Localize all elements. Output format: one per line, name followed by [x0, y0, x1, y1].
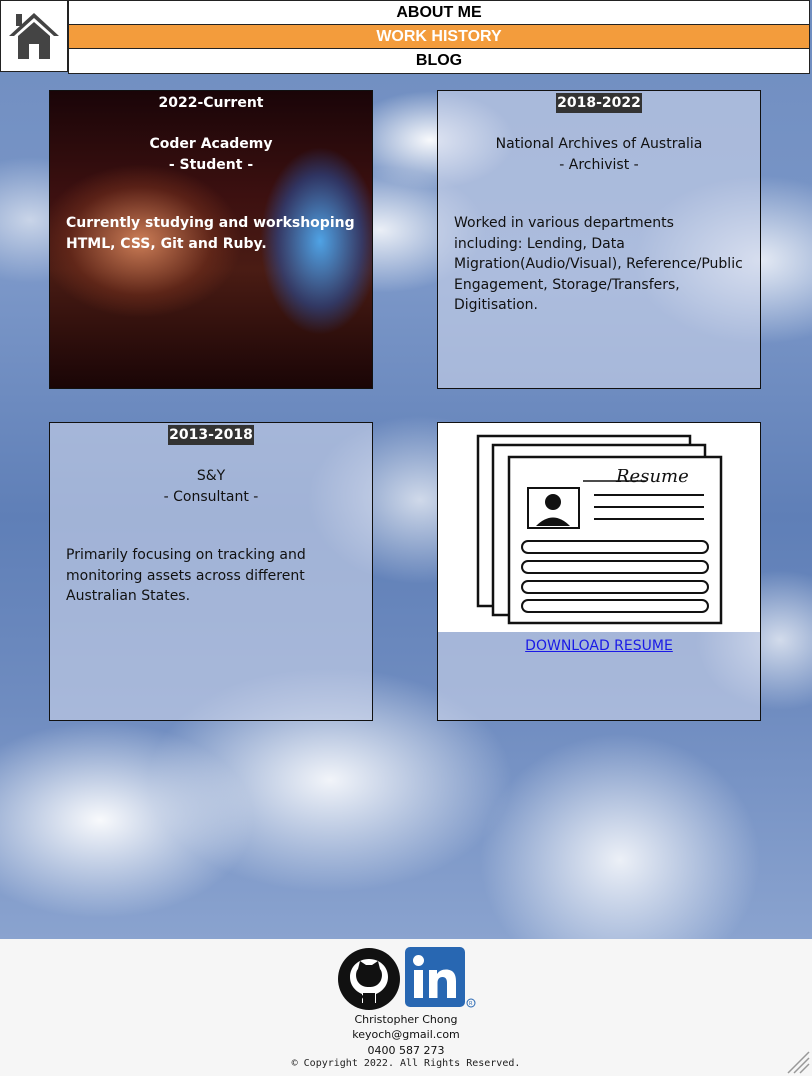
nav-blog[interactable]: BLOG	[69, 49, 809, 73]
job-card-national-archives: 2018-2022 National Archives of Australia…	[437, 90, 761, 389]
nav-work-history[interactable]: WORK HISTORY	[69, 25, 809, 49]
job-description: Currently studying and workshoping HTML,…	[66, 215, 355, 252]
footer-name: Christopher Chong	[354, 1013, 458, 1026]
home-button[interactable]	[0, 0, 68, 72]
job-period: 2022-Current	[158, 95, 264, 111]
job-organisation: Coder Academy	[149, 136, 273, 152]
job-period: 2013-2018	[168, 425, 254, 445]
copyright: © Copyright 2022. All Rights Reserved.	[291, 1058, 521, 1069]
github-icon[interactable]	[337, 947, 401, 1011]
home-icon	[9, 13, 59, 59]
job-card-s-and-y: 2013-2018 S&Y - Consultant - Primarily f…	[49, 422, 373, 721]
job-role: - Consultant -	[163, 489, 259, 505]
job-organisation: National Archives of Australia	[495, 136, 703, 152]
linkedin-icon[interactable]: R	[405, 947, 482, 1011]
resume-card: Resume DOWNLOAD RESUME	[437, 422, 761, 721]
resume-image: Resume	[438, 423, 760, 632]
footer: R Christopher Chong keyoch@gmail.com 040…	[0, 939, 812, 1076]
job-organisation: S&Y	[196, 468, 226, 484]
resume-caption: Resume	[615, 466, 689, 487]
main-nav: ABOUT ME WORK HISTORY BLOG	[68, 0, 810, 74]
nav-about-me[interactable]: ABOUT ME	[69, 1, 809, 25]
resize-handle-icon[interactable]	[784, 1048, 810, 1074]
job-period: 2018-2022	[556, 93, 642, 113]
job-card-coder-academy: 2022-Current Coder Academy - Student - C…	[49, 90, 373, 389]
resume-document-icon: Resume	[476, 434, 723, 625]
job-role: - Archivist -	[559, 157, 639, 173]
job-description: Worked in various departments including:…	[454, 215, 743, 313]
footer-phone: 0400 587 273	[367, 1044, 445, 1057]
svg-text:R: R	[469, 1001, 473, 1007]
download-resume-link[interactable]: DOWNLOAD RESUME	[438, 638, 760, 654]
job-description: Primarily focusing on tracking and monit…	[66, 547, 306, 604]
social-links: R	[337, 947, 482, 1011]
footer-email: keyoch@gmail.com	[352, 1028, 460, 1041]
job-role: - Student -	[168, 157, 254, 173]
